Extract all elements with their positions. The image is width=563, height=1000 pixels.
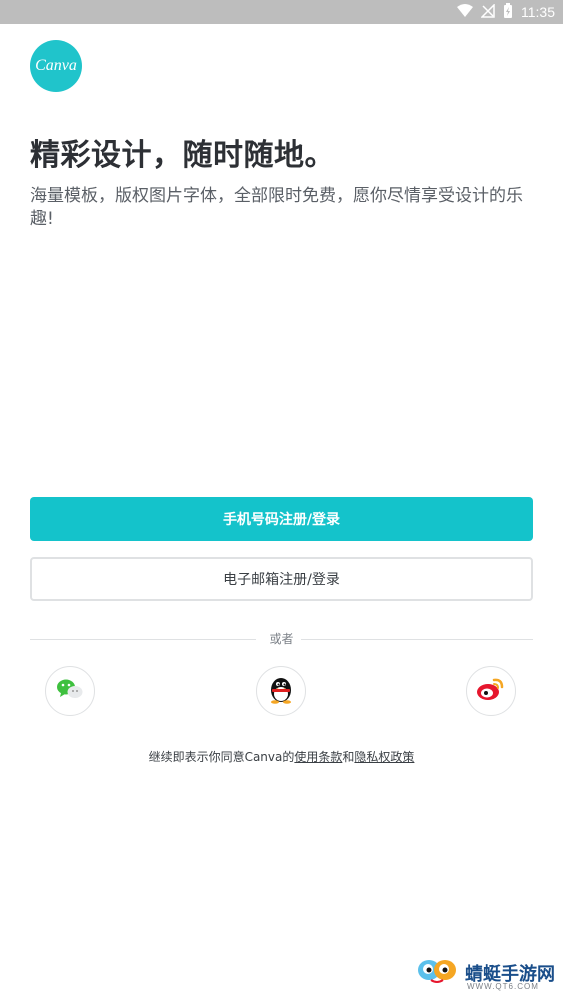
page-title: 精彩设计，随时随地。 (30, 138, 335, 173)
phone-login-label: 手机号码注册/登录 (222, 512, 341, 528)
phone-login-button[interactable]: 手机号码注册/登录 (30, 497, 533, 541)
wechat-icon (56, 677, 84, 705)
status-time: 11:35 (521, 4, 555, 20)
status-bar: 11:35 (0, 0, 563, 24)
terms-prefix: 继续即表示你同意Canva的 (148, 750, 295, 764)
logo-text: Canva (35, 57, 77, 74)
status-icons: 11:35 (457, 0, 555, 24)
wechat-login-button[interactable] (45, 666, 95, 716)
watermark: 蜻蜓手游网 WWW.QT6.COM (415, 960, 555, 994)
watermark-url: WWW.QT6.COM (467, 982, 539, 991)
dragonfly-logo-icon (415, 952, 463, 996)
terms-and: 和 (342, 750, 355, 764)
qq-login-button[interactable] (256, 666, 306, 716)
weibo-login-button[interactable] (466, 666, 516, 716)
signal-icon (480, 2, 495, 21)
weibo-icon (476, 676, 506, 706)
terms-notice: 继续即表示你同意Canva的使用条款和隐私权政策 (0, 748, 563, 765)
wifi-icon (457, 3, 473, 21)
email-login-label: 电子邮箱注册/登录 (223, 572, 340, 588)
canva-logo: Canva (30, 40, 82, 92)
qq-icon (268, 674, 294, 708)
terms-of-use-link[interactable]: 使用条款 (294, 750, 342, 764)
divider-line-right (301, 639, 533, 640)
email-login-button[interactable]: 电子邮箱注册/登录 (30, 557, 533, 601)
privacy-policy-link[interactable]: 隐私权政策 (354, 750, 414, 764)
page-subtitle: 海量模板，版权图片字体，全部限时免费，愿你尽情享受设计的乐趣! (30, 186, 523, 229)
or-divider: 或者 (30, 630, 533, 648)
battery-icon (503, 2, 513, 22)
